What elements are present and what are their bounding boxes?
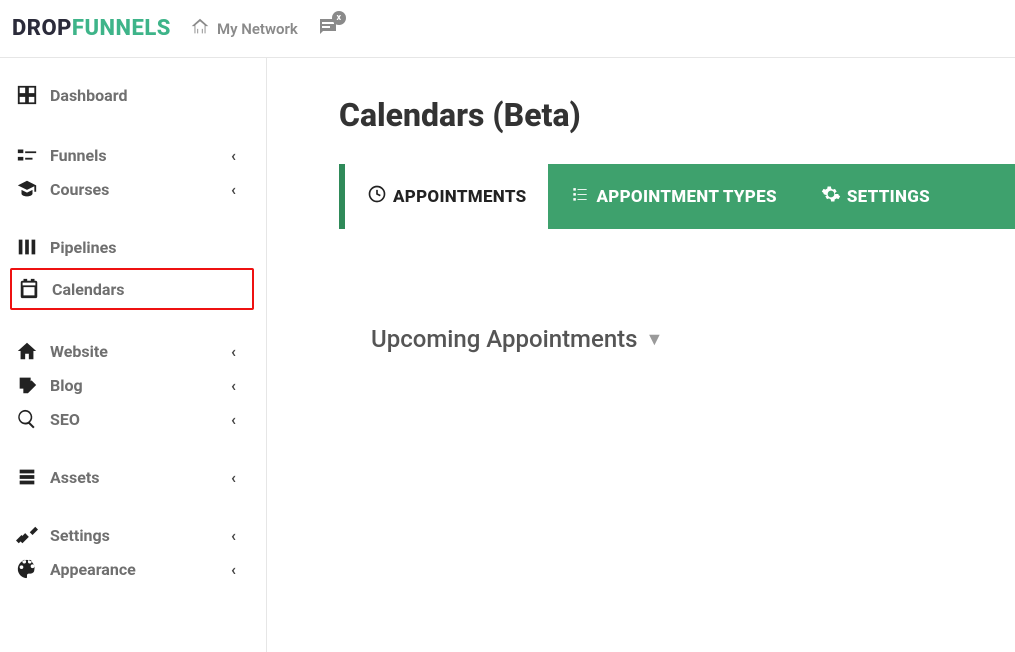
sidebar-item-calendars[interactable]: Calendars	[10, 268, 254, 310]
sidebar-label: Website	[50, 342, 108, 361]
main-content: Calendars (Beta) APPOINTMENTS APPOINTMEN…	[267, 58, 1015, 652]
chevron-left-icon: ‹	[231, 410, 236, 429]
sidebar-item-funnels[interactable]: Funnels ‹	[10, 138, 254, 172]
chat-button[interactable]: x	[316, 15, 340, 43]
caret-down-icon: ▼	[646, 329, 664, 350]
courses-icon	[16, 178, 38, 200]
logo-text-2: FUNNELS	[72, 16, 171, 41]
my-network-link[interactable]: My Network	[189, 16, 298, 42]
sidebar-label: Calendars	[52, 280, 125, 299]
sidebar-label: Courses	[50, 180, 109, 199]
logo-text-1: DROP	[12, 16, 72, 41]
sidebar-item-pipelines[interactable]: Pipelines	[10, 230, 254, 264]
sidebar-item-blog[interactable]: Blog ‹	[10, 368, 254, 402]
chevron-left-icon: ‹	[231, 180, 236, 199]
sidebar-item-website[interactable]: Website ‹	[10, 334, 254, 368]
seo-icon	[16, 408, 38, 430]
tab-label: APPOINTMENT TYPES	[596, 187, 776, 207]
sidebar-item-seo[interactable]: SEO ‹	[10, 402, 254, 436]
gear-icon	[821, 184, 841, 209]
sidebar-label: Dashboard	[50, 86, 127, 105]
logo[interactable]: DROP FUNNELS	[12, 16, 171, 41]
funnels-icon	[16, 144, 38, 166]
appointments-panel: Upcoming Appointments ▼	[339, 229, 1015, 589]
sidebar-label: Blog	[50, 376, 83, 395]
chevron-left-icon: ‹	[231, 526, 236, 545]
chat-badge: x	[332, 11, 346, 25]
sidebar-label: SEO	[50, 410, 80, 429]
list-icon	[570, 184, 590, 209]
sidebar-label: Appearance	[50, 560, 136, 579]
tab-appointments[interactable]: APPOINTMENTS	[345, 164, 548, 229]
assets-icon	[16, 466, 38, 488]
sidebar-item-assets[interactable]: Assets ‹	[10, 460, 254, 494]
sidebar-item-appearance[interactable]: Appearance ‹	[10, 552, 254, 586]
chevron-left-icon: ‹	[231, 560, 236, 579]
sidebar-item-dashboard[interactable]: Dashboard	[10, 76, 254, 114]
section-label: Upcoming Appointments	[371, 325, 638, 353]
sidebar-item-courses[interactable]: Courses ‹	[10, 172, 254, 206]
dashboard-icon	[16, 84, 38, 106]
sidebar-label: Assets	[50, 468, 99, 487]
tab-label: APPOINTMENTS	[393, 187, 526, 207]
page-title: Calendars (Beta)	[339, 96, 1015, 134]
my-network-label: My Network	[217, 20, 298, 38]
sidebar: Dashboard Funnels ‹ Courses ‹	[0, 58, 267, 652]
appearance-icon	[16, 558, 38, 580]
clock-icon	[367, 184, 387, 209]
chevron-left-icon: ‹	[231, 146, 236, 165]
network-icon	[189, 16, 211, 42]
tab-label: SETTINGS	[847, 187, 930, 207]
tab-appointment-types[interactable]: APPOINTMENT TYPES	[548, 164, 798, 229]
topbar: DROP FUNNELS My Network x	[0, 0, 1015, 58]
section-upcoming[interactable]: Upcoming Appointments ▼	[371, 325, 1015, 353]
sidebar-label: Funnels	[50, 146, 107, 165]
pipelines-icon	[16, 236, 38, 258]
sidebar-item-settings[interactable]: Settings ‹	[10, 518, 254, 552]
chevron-left-icon: ‹	[231, 376, 236, 395]
chevron-left-icon: ‹	[231, 468, 236, 487]
home-icon	[16, 340, 38, 362]
sidebar-label: Settings	[50, 526, 110, 545]
calendar-icon	[18, 278, 40, 300]
chevron-left-icon: ‹	[231, 342, 236, 361]
blog-icon	[16, 374, 38, 396]
sidebar-label: Pipelines	[50, 238, 116, 257]
tabs: APPOINTMENTS APPOINTMENT TYPES SETTINGS	[339, 164, 1015, 229]
tools-icon	[16, 524, 38, 546]
tab-settings[interactable]: SETTINGS	[799, 164, 952, 229]
